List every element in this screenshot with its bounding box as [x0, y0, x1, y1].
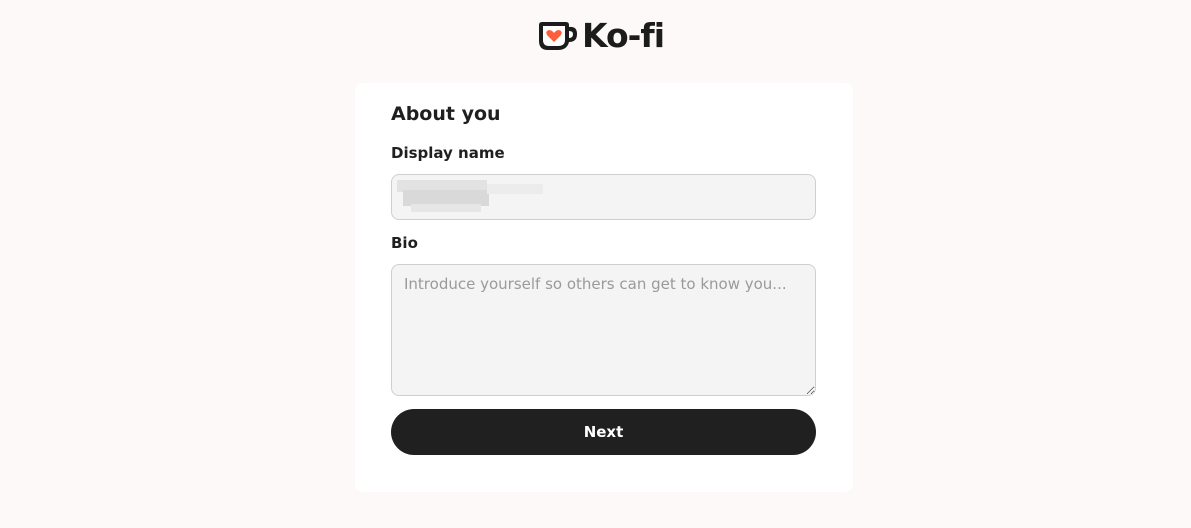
- card-title: About you: [391, 103, 501, 125]
- kofi-wordmark: Ko-fi: [582, 16, 665, 55]
- about-you-card: About you Display name Bio Next: [355, 83, 853, 492]
- bio-label: Bio: [391, 234, 418, 252]
- kofi-logo: Ko-fi: [536, 16, 665, 55]
- next-button[interactable]: Next: [391, 409, 816, 455]
- display-name-label: Display name: [391, 144, 505, 162]
- display-name-input[interactable]: [391, 174, 816, 220]
- bio-textarea[interactable]: [391, 264, 816, 396]
- kofi-cup-heart-icon: [539, 22, 577, 50]
